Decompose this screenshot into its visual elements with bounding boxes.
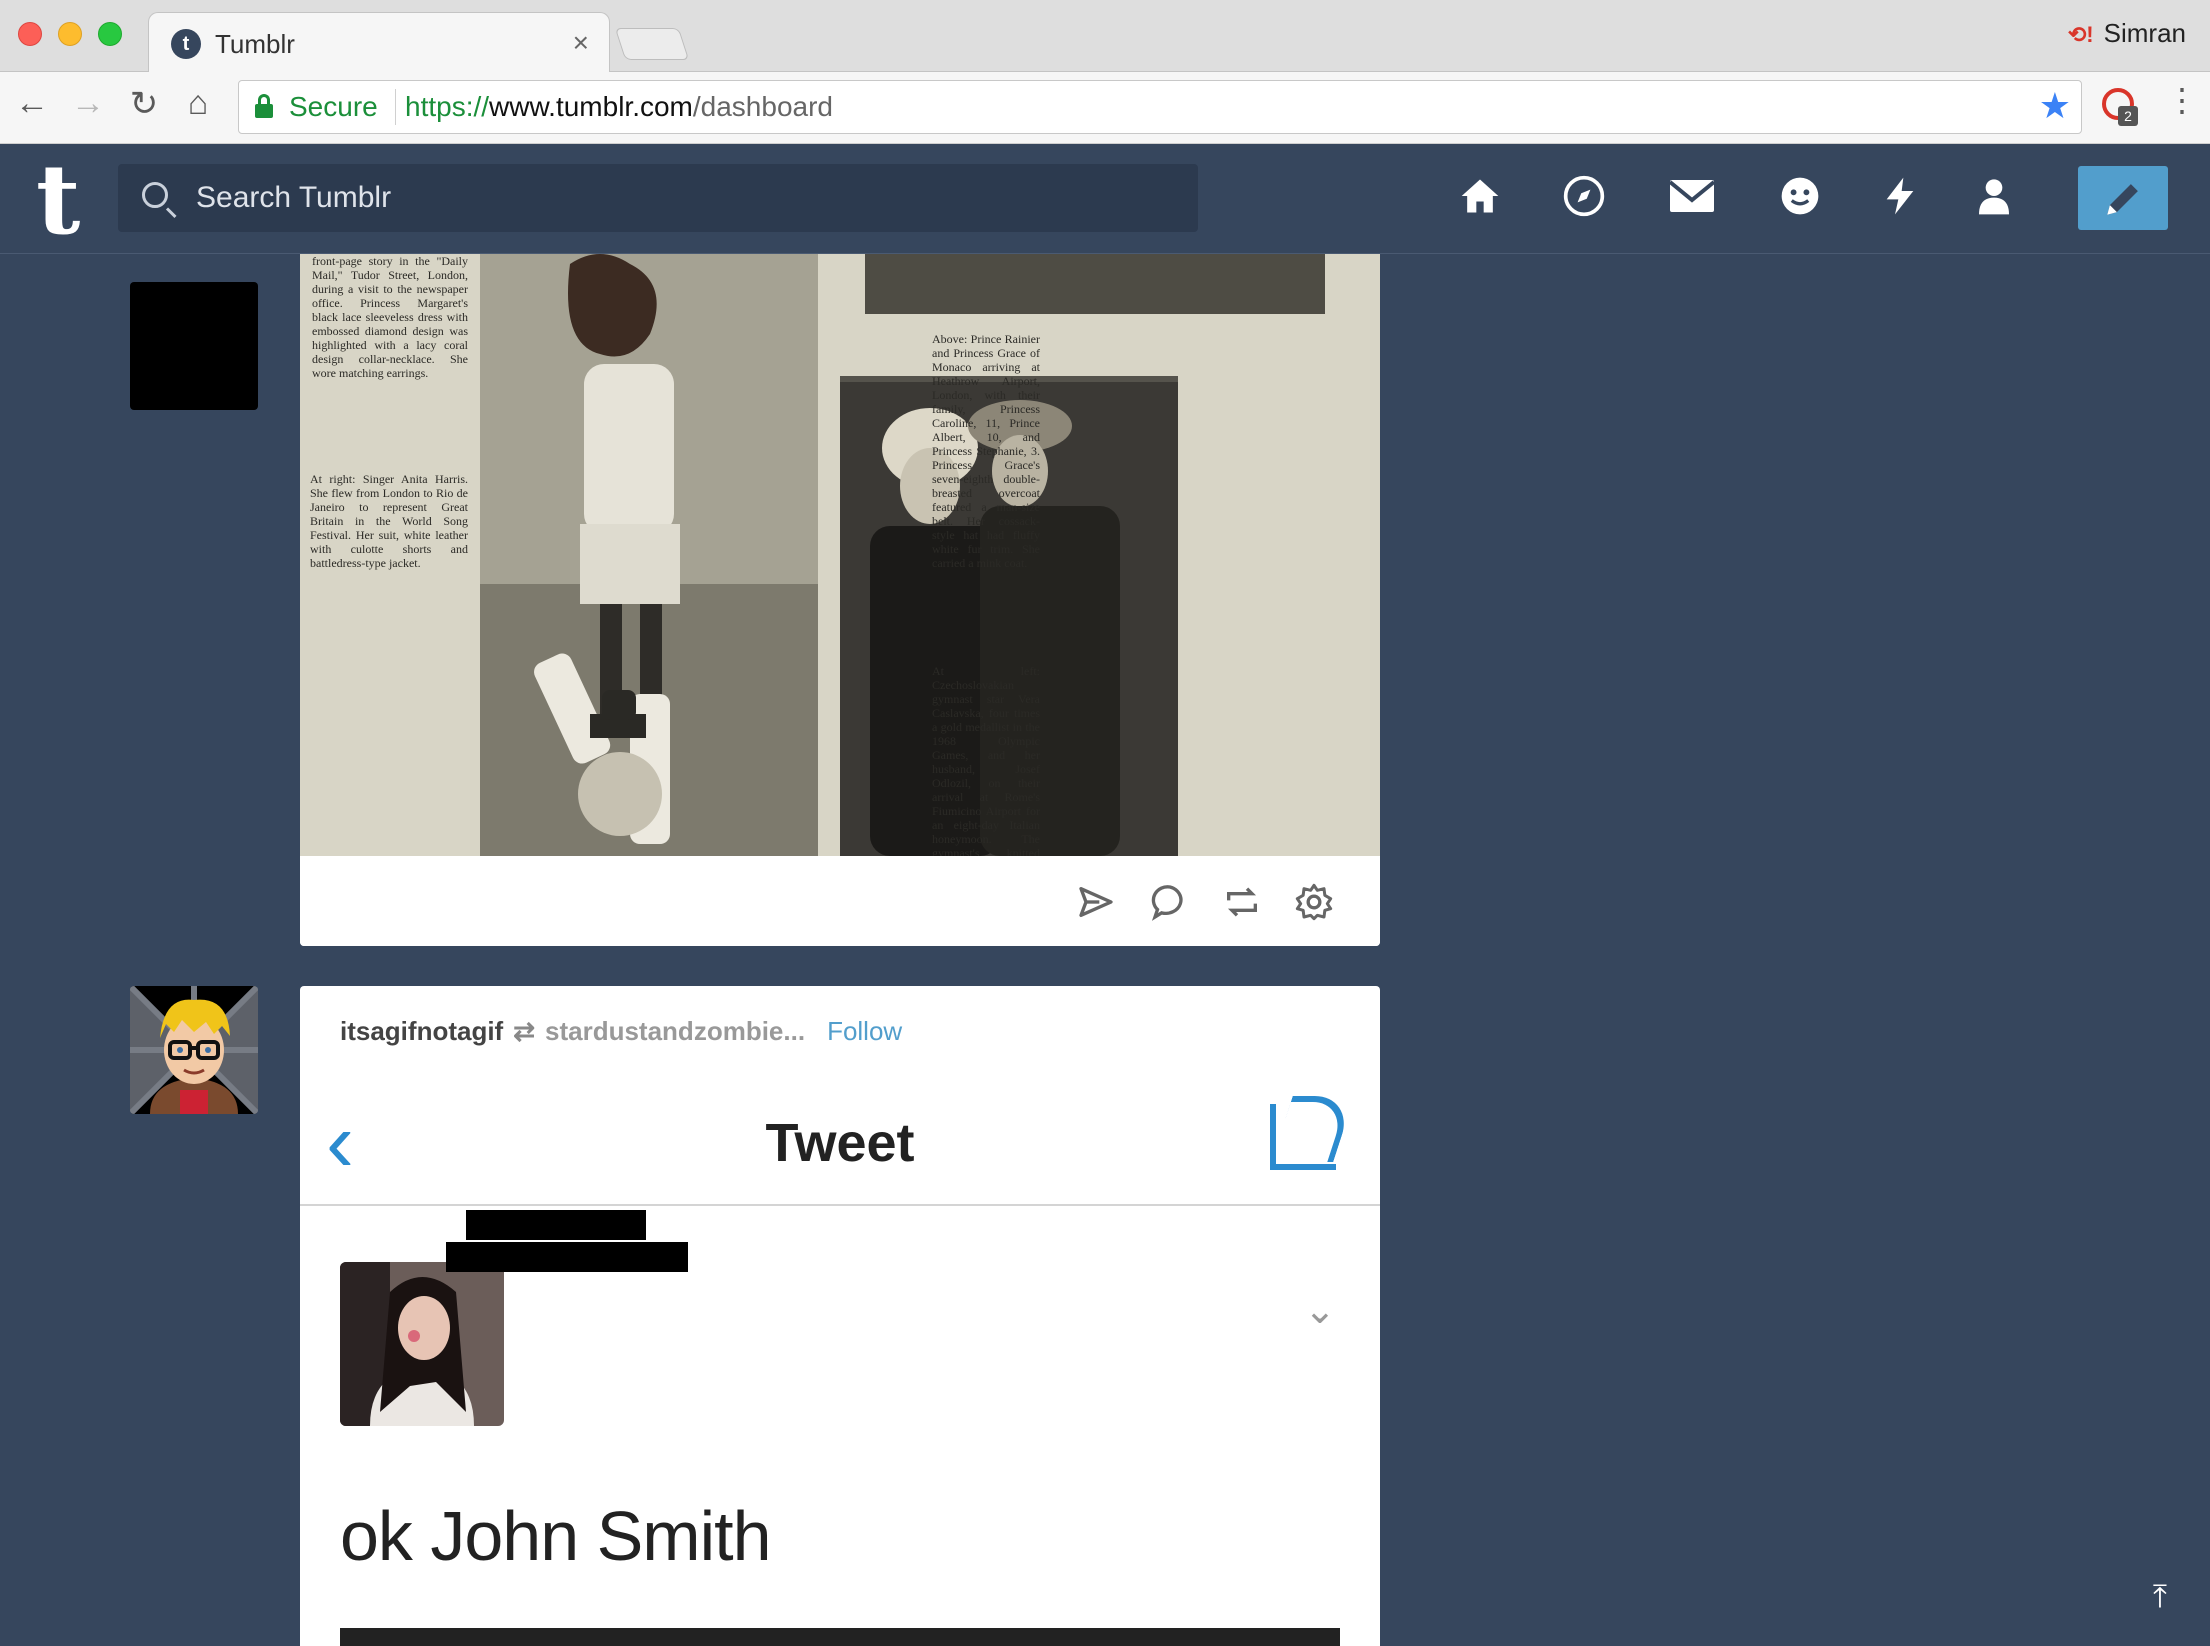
compose-tweet-icon bbox=[1270, 1104, 1336, 1170]
chevron-down-icon: ⌄ bbox=[1304, 1290, 1336, 1332]
tweet-user-avatar bbox=[340, 1262, 504, 1426]
close-tab-icon[interactable]: × bbox=[573, 27, 589, 59]
post-footer bbox=[300, 856, 1380, 946]
pencil-icon bbox=[2107, 184, 2138, 215]
tab-tumblr[interactable]: t Tumblr × bbox=[148, 12, 610, 73]
avatar[interactable] bbox=[130, 282, 258, 410]
photo-woman-in-white-suit bbox=[480, 254, 818, 856]
photo-top-strip bbox=[865, 254, 1325, 314]
browser-menu-icon[interactable]: ⋮ bbox=[2166, 84, 2198, 116]
maximize-window-button[interactable] bbox=[98, 22, 122, 46]
share-icon[interactable] bbox=[1076, 882, 1116, 922]
profile-name: Simran bbox=[2103, 18, 2186, 48]
url-separator bbox=[395, 89, 396, 125]
sync-error-icon: ⟲! bbox=[2067, 22, 2094, 47]
reload-icon[interactable]: ↻ bbox=[122, 84, 166, 124]
home-icon[interactable] bbox=[1454, 174, 1506, 226]
scan-caption: Above: Prince Rainier and Princess Grace… bbox=[932, 332, 1040, 570]
home-browser-icon[interactable]: ⌂ bbox=[176, 84, 220, 123]
tweet-screenshot-header: ‹ Tweet bbox=[300, 1076, 1380, 1206]
address-bar[interactable]: Secure https://www.tumblr.com/dashboard … bbox=[238, 80, 2082, 134]
follow-button[interactable]: Follow bbox=[827, 1016, 902, 1046]
post-header: itsagifnotagif ⇄ stardustandzombie... Follo… bbox=[340, 1016, 902, 1047]
tumblr-favicon-icon: t bbox=[171, 29, 201, 59]
tumblr-logo[interactable]: t bbox=[36, 152, 80, 248]
browser-tab-strip: t Tumblr × ⟲! Simran bbox=[0, 0, 2210, 73]
scan-caption: At right: Singer Anita Harris. She flew … bbox=[310, 472, 468, 570]
settings-gear-icon[interactable] bbox=[1294, 882, 1334, 922]
search-input[interactable] bbox=[196, 178, 1096, 218]
post-author-link[interactable]: itsagifnotagif bbox=[340, 1016, 503, 1046]
scroll-to-top-icon[interactable]: ⤒ bbox=[2146, 1578, 2174, 1614]
redacted-handle bbox=[446, 1242, 688, 1272]
search-icon bbox=[142, 182, 168, 208]
back-icon[interactable]: ← bbox=[10, 84, 54, 123]
url-text[interactable]: https://www.tumblr.com/dashboard bbox=[405, 91, 833, 123]
profile-button[interactable]: ⟲! Simran bbox=[2068, 18, 2186, 49]
minimize-window-button[interactable] bbox=[58, 22, 82, 46]
post-card: front-page story in the "Daily Mail," Tu… bbox=[300, 254, 1380, 946]
activity-icon[interactable] bbox=[1874, 174, 1926, 226]
lock-icon bbox=[255, 94, 273, 118]
account-icon[interactable] bbox=[1968, 174, 2020, 226]
tweet-media bbox=[340, 1628, 1340, 1646]
redacted-username bbox=[466, 1210, 646, 1240]
messaging-icon[interactable] bbox=[1774, 174, 1826, 226]
forward-icon[interactable]: → bbox=[66, 84, 110, 123]
reblog-icon[interactable] bbox=[1222, 882, 1262, 922]
tumblr-header: t bbox=[0, 144, 2210, 254]
post-card: itsagifnotagif ⇄ stardustandzombie... Follo… bbox=[300, 986, 1380, 1646]
inbox-icon[interactable] bbox=[1666, 174, 1718, 226]
new-tab-button[interactable] bbox=[614, 28, 690, 60]
reblog-source-link[interactable]: stardustandzombie... bbox=[545, 1016, 805, 1046]
explore-icon[interactable] bbox=[1558, 174, 1610, 226]
tweet-text: ok John Smith bbox=[340, 1497, 772, 1575]
compose-button[interactable] bbox=[2078, 166, 2168, 230]
close-window-button[interactable] bbox=[18, 22, 42, 46]
bookmark-star-icon[interactable]: ★ bbox=[2039, 85, 2071, 127]
search-box[interactable] bbox=[118, 164, 1198, 232]
avatar-itsagifnotagif[interactable] bbox=[130, 986, 258, 1114]
scan-caption: front-page story in the "Daily Mail," Tu… bbox=[312, 254, 468, 380]
browser-toolbar: ← → ↻ ⌂ Secure https://www.tumblr.com/da… bbox=[0, 72, 2210, 144]
post-photo-magazine-scan[interactable]: front-page story in the "Daily Mail," Tu… bbox=[300, 254, 1380, 902]
tweet-title: Tweet bbox=[765, 1113, 915, 1173]
extension-badge: 2 bbox=[2118, 106, 2138, 126]
secure-label: Secure bbox=[289, 91, 378, 122]
reblog-icon: ⇄ bbox=[513, 1016, 536, 1046]
tab-title: Tumblr bbox=[215, 29, 295, 59]
reply-icon[interactable] bbox=[1150, 882, 1190, 922]
